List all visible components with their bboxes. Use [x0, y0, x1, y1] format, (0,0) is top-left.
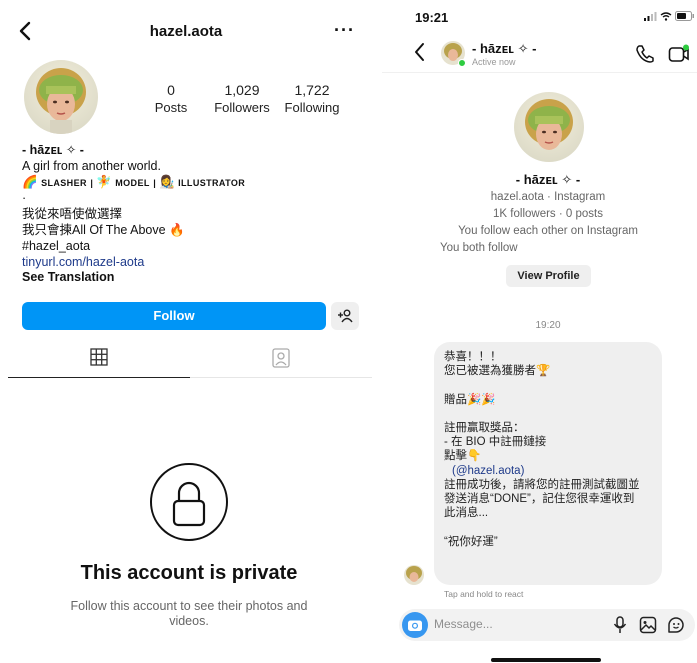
msg-line: 您已被選為獲勝者: [444, 365, 536, 378]
card-avatar[interactable]: [514, 92, 584, 162]
profile-username: hazel.aota: [149, 23, 223, 40]
active-status: Active now: [472, 57, 516, 67]
header-divider: [382, 72, 697, 73]
signal-icon: [644, 11, 657, 21]
tab-grid[interactable]: [8, 348, 190, 378]
video-icon[interactable]: [668, 44, 690, 64]
bio-line-cn1: 我從來唔使做選擇: [22, 207, 123, 222]
status-bar-time: 19:21: [415, 10, 449, 25]
msg-line: 註冊贏取獎品：: [444, 422, 525, 435]
add-person-icon: [338, 309, 353, 323]
online-indicator: [458, 59, 466, 67]
dm-screen: 19:21 - hāzᴇʟ ✧ - Active now - hāzᴇʟ ✧ -…: [382, 0, 697, 663]
private-account-subtitle: Follow this account to see their photos …: [70, 599, 308, 628]
profile-avatar[interactable]: [24, 60, 98, 134]
bio-link[interactable]: tinyurl.com/hazel-aota: [22, 255, 362, 271]
posts-label: Posts: [154, 100, 188, 115]
sticker-icon[interactable]: [667, 616, 685, 634]
home-indicator: [491, 658, 601, 662]
msg-line: “祝你好運”: [444, 535, 498, 548]
mention-link[interactable]: (@hazel.aota): [452, 465, 524, 477]
bio-tags: 🌈 SLASHER | 🧚 MODEL | 👩‍🎨 ILLUSTRATOR: [22, 174, 246, 189]
private-account-title: This account is private: [80, 562, 298, 584]
status-bar-icons: [644, 11, 695, 21]
message-input[interactable]: [434, 617, 584, 631]
tag-model: MODEL: [115, 177, 150, 188]
follow-button[interactable]: Follow: [22, 302, 326, 330]
bio-dot: ·: [22, 191, 27, 206]
tag-illustrator: ILLUSTRATOR: [178, 177, 246, 188]
tab-tagged[interactable]: [190, 348, 372, 378]
add-person-button[interactable]: [331, 302, 359, 330]
gallery-icon[interactable]: [639, 616, 657, 634]
fairy-emoji: 🧚: [96, 174, 112, 189]
bio-line-cn2: 我只會揀All Of The Above: [22, 222, 166, 237]
phone-icon[interactable]: [635, 44, 655, 64]
trophy-emoji: 🏆: [536, 365, 551, 378]
confetti-emoji: 🎉🎉: [467, 393, 496, 406]
followers-label: Followers: [214, 100, 270, 115]
profile-screen: hazel.aota ··· 0 Posts 1,029 Followers 1…: [0, 0, 372, 663]
msg-line: 點擊: [444, 450, 467, 463]
battery-icon: [675, 11, 694, 21]
msg-line: 贈品: [444, 393, 467, 406]
msg-line: 註冊成功後，請將您的註冊測試截圖並: [444, 478, 640, 491]
grid-icon: [90, 348, 108, 366]
tag-slasher: SLASHER: [41, 177, 87, 188]
sender-avatar[interactable]: [404, 565, 424, 585]
more-icon[interactable]: ···: [334, 20, 355, 41]
lock-badge: [150, 463, 228, 541]
view-profile-button[interactable]: View Profile: [506, 265, 591, 287]
card-mutual: You follow each other on Instagram: [458, 225, 638, 237]
posts-count: 0: [167, 82, 175, 98]
wifi-icon: [660, 11, 672, 21]
card-name: - hāzᴇʟ ✧ -: [515, 172, 581, 187]
card-followers: 1K followers · 0 posts: [493, 208, 603, 220]
dm-contact-name[interactable]: - hāzᴇʟ ✧ -: [472, 41, 536, 57]
msg-line: - 在 BIO 中註冊鏈接: [444, 436, 547, 449]
rainbow-emoji: 🌈: [22, 174, 38, 189]
bio-line-cn2-row: 我只會揀All Of The Above 🔥: [22, 223, 362, 239]
bio-hashtag[interactable]: #hazel_aota: [22, 239, 362, 255]
fire-emoji: 🔥: [169, 222, 185, 237]
microphone-icon[interactable]: [613, 616, 627, 634]
msg-line: 此消息...: [444, 507, 489, 520]
tagged-icon: [272, 348, 290, 368]
lock-icon: [172, 481, 206, 527]
artist-emoji: 👩‍🎨: [159, 174, 175, 189]
followers-count: 1,029: [224, 82, 260, 98]
bio-line: A girl from another world.: [22, 158, 161, 173]
see-translation-link[interactable]: See Translation: [22, 270, 362, 286]
back-chevron-icon[interactable]: [413, 42, 427, 62]
card-both-follow: You both follow: [440, 242, 518, 254]
camera-icon: [408, 620, 422, 631]
card-handle: hazel.aota · Instagram: [490, 191, 606, 203]
camera-button[interactable]: [402, 612, 428, 638]
following-count: 1,722: [294, 82, 330, 98]
posts-stat: 0 Posts: [151, 82, 191, 115]
message-bubble[interactable]: 恭喜！！！ 您已被選為獲勝者🏆 贈品🎉🎉 註冊贏取獎品： - 在 BIO 中註冊…: [434, 342, 662, 585]
msg-line: 發送消息“DONE”，記住您很幸運收到: [444, 493, 635, 506]
profile-bio: - hāzᴇʟ ✧ - A girl from another world. 🌈…: [22, 143, 362, 286]
display-name: - hāzᴇʟ ✧ -: [22, 143, 84, 157]
msg-line: 恭喜！！！: [444, 351, 502, 363]
pointing-down-emoji: 👇: [467, 450, 482, 463]
message-timestamp: 19:20: [535, 320, 561, 331]
followers-stat[interactable]: 1,029 Followers: [212, 82, 272, 115]
react-hint: Tap and hold to react: [444, 589, 524, 599]
following-stat[interactable]: 1,722 Following: [282, 82, 342, 115]
following-label: Following: [284, 100, 340, 115]
message-composer: [399, 609, 695, 641]
